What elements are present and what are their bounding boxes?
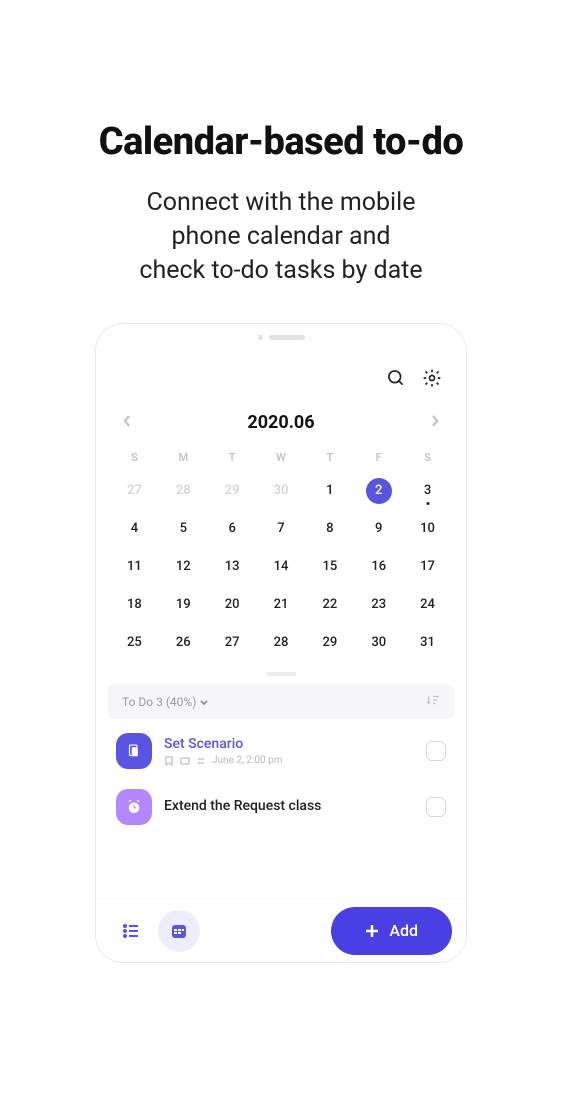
document-icon (116, 733, 152, 769)
calendar-day[interactable]: 3 (403, 472, 452, 510)
calendar-day[interactable]: 30 (257, 472, 306, 510)
calendar-day[interactable]: 22 (305, 586, 354, 624)
task-meta: June 2, 2:00 pm (164, 755, 414, 766)
dow-label: M (159, 445, 208, 472)
calendar-day[interactable]: 2 (354, 472, 403, 510)
chevron-down-icon (196, 695, 208, 709)
calendar-day[interactable]: 17 (403, 548, 452, 586)
dow-label: F (354, 445, 403, 472)
filter-bar[interactable]: To Do 3 (40%) (108, 684, 454, 719)
page-subtitle: Connect with the mobilephone calendar an… (0, 186, 562, 287)
week-row: 45678910 (110, 510, 452, 548)
search-icon[interactable] (386, 368, 406, 392)
calendar-day[interactable]: 14 (257, 548, 306, 586)
task-checkbox[interactable] (426, 797, 446, 817)
calendar-day[interactable]: 24 (403, 586, 452, 624)
week-row: 25262728293031 (110, 624, 452, 662)
dow-label: T (305, 445, 354, 472)
calendar-day[interactable]: 13 (208, 548, 257, 586)
calendar-day[interactable]: 27 (110, 472, 159, 510)
day-of-week-row: SMTWTFS (110, 445, 452, 472)
calendar-day[interactable]: 23 (354, 586, 403, 624)
calendar-day[interactable]: 7 (257, 510, 306, 548)
drag-handle[interactable] (266, 672, 296, 676)
task-item[interactable]: Extend the Request class (96, 775, 466, 831)
week-row: 11121314151617 (110, 548, 452, 586)
filter-label: To Do 3 (40%) (122, 695, 196, 709)
calendar-day[interactable]: 26 (159, 624, 208, 662)
add-button[interactable]: Add (331, 907, 452, 955)
calendar-day[interactable]: 16 (354, 548, 403, 586)
dow-label: S (403, 445, 452, 472)
nav-list-button[interactable] (110, 910, 152, 952)
calendar-day[interactable]: 8 (305, 510, 354, 548)
calendar-day[interactable]: 4 (110, 510, 159, 548)
plus-icon (365, 924, 379, 938)
calendar-day[interactable]: 5 (159, 510, 208, 548)
page-title: Calendar-based to-do (0, 120, 562, 164)
toolbar (96, 350, 466, 398)
month-label[interactable]: 2020.06 (247, 412, 314, 433)
repeat-icon (196, 756, 206, 766)
task-title: Extend the Request class (164, 798, 414, 814)
month-header: 2020.06 (96, 398, 466, 445)
nav-calendar-button[interactable] (158, 910, 200, 952)
calendar-day[interactable]: 9 (354, 510, 403, 548)
gear-icon[interactable] (422, 368, 442, 392)
calendar-day[interactable]: 27 (208, 624, 257, 662)
calendar-day[interactable]: 10 (403, 510, 452, 548)
calendar-day[interactable]: 28 (159, 472, 208, 510)
calendar-day[interactable]: 15 (305, 548, 354, 586)
phone-frame: 2020.06 SMTWTFS 272829301234567891011121… (95, 323, 467, 963)
calendar-day[interactable]: 12 (159, 548, 208, 586)
calendar-day[interactable]: 31 (403, 624, 452, 662)
prev-month-button[interactable] (122, 413, 132, 432)
calendar-day[interactable]: 1 (305, 472, 354, 510)
calendar-day[interactable]: 11 (110, 548, 159, 586)
week-row: 18192021222324 (110, 586, 452, 624)
calendar-day[interactable]: 28 (257, 624, 306, 662)
task-item[interactable]: Set Scenario June 2, 2:00 pm (96, 719, 466, 775)
calendar-day[interactable]: 29 (305, 624, 354, 662)
bookmark-icon (164, 756, 174, 766)
calendar-day[interactable]: 29 (208, 472, 257, 510)
tag-icon (180, 756, 190, 766)
dow-label: S (110, 445, 159, 472)
bottom-nav: Add (96, 898, 466, 962)
calendar-day[interactable]: 18 (110, 586, 159, 624)
calendar-day[interactable]: 21 (257, 586, 306, 624)
next-month-button[interactable] (430, 413, 440, 432)
calendar-grid: SMTWTFS 27282930123456789101112131415161… (96, 445, 466, 662)
calendar-day[interactable]: 6 (208, 510, 257, 548)
dow-label: W (257, 445, 306, 472)
task-title: Set Scenario (164, 736, 414, 752)
task-checkbox[interactable] (426, 741, 446, 761)
phone-notch (96, 324, 466, 350)
week-row: 27282930123 (110, 472, 452, 510)
dow-label: T (208, 445, 257, 472)
calendar-day[interactable]: 30 (354, 624, 403, 662)
calendar-day[interactable]: 20 (208, 586, 257, 624)
calendar-day[interactable]: 19 (159, 586, 208, 624)
alarm-icon (116, 789, 152, 825)
sort-icon[interactable] (426, 694, 440, 709)
calendar-day[interactable]: 25 (110, 624, 159, 662)
